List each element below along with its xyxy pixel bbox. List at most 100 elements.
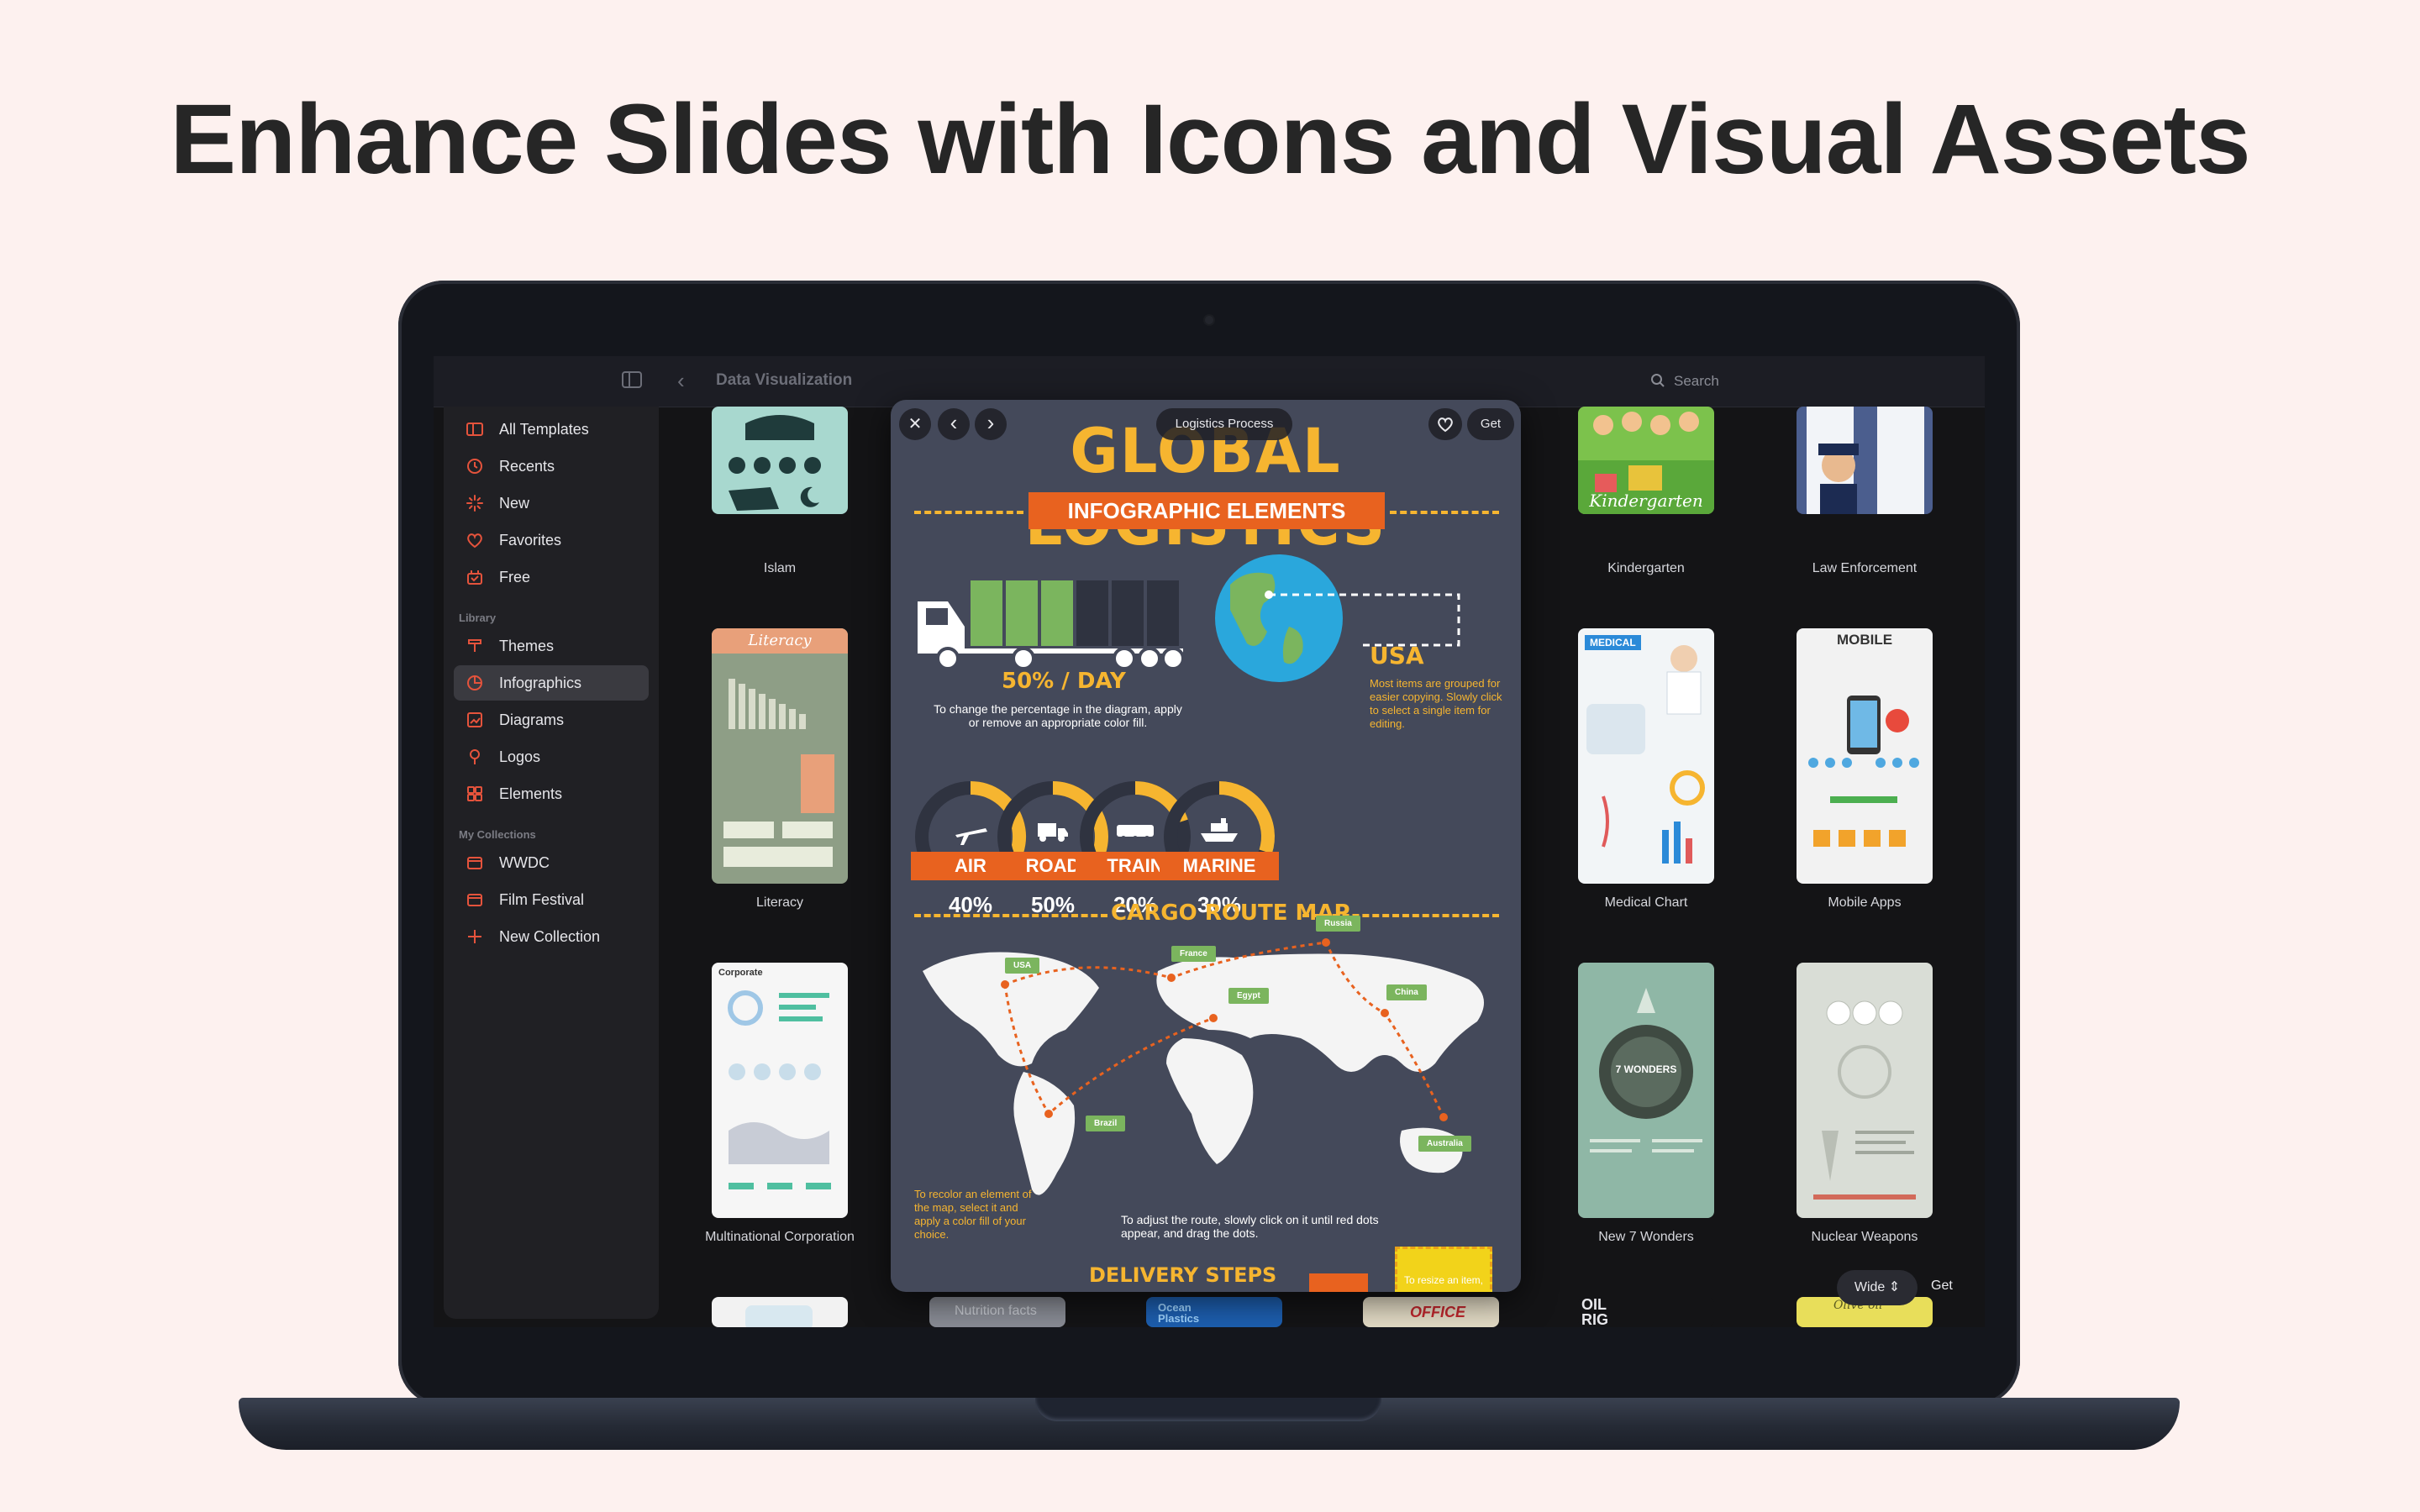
sidebar-item-label: Recents bbox=[499, 458, 555, 475]
wide-size-selector[interactable]: Wide ⇕ bbox=[1837, 1270, 1918, 1305]
sidebar-item-themes[interactable]: Themes bbox=[454, 628, 649, 664]
delivery-title: DELIVERY STEPS bbox=[1089, 1263, 1277, 1287]
preview-get-button[interactable]: Get bbox=[1467, 408, 1514, 440]
template-label: Kindergarten bbox=[1607, 561, 1685, 575]
nuclear-artwork bbox=[1813, 1000, 1916, 1200]
resize-note: To resize an item, bbox=[1395, 1247, 1492, 1292]
sidebar-item-all-templates[interactable]: All Templates bbox=[454, 412, 649, 447]
globe-label: USA bbox=[1370, 642, 1424, 669]
template-thumb-islam[interactable] bbox=[712, 407, 848, 514]
map-note-left: To recolor an element of the map, select… bbox=[914, 1188, 1032, 1241]
back-chevron-icon[interactable]: ‹ bbox=[677, 368, 685, 394]
sparkle-icon bbox=[466, 495, 483, 512]
preview-title: Logistics Process bbox=[1156, 408, 1292, 440]
thumb-title: MEDICAL bbox=[1585, 635, 1641, 650]
thumb-title: 7 WONDERS bbox=[1615, 1063, 1677, 1075]
map-flag: USA bbox=[1005, 958, 1040, 974]
template-thumb-peek[interactable] bbox=[712, 1297, 848, 1327]
previous-chevron-icon[interactable]: ‹ bbox=[938, 408, 970, 440]
diagram-icon bbox=[467, 712, 482, 727]
template-label: New 7 Wonders bbox=[1598, 1230, 1694, 1244]
sidebar: All Templates Recents New Favorites Free… bbox=[444, 407, 659, 1319]
template-thumb-law-enforcement[interactable] bbox=[1797, 407, 1933, 514]
template-label: Islam bbox=[763, 561, 797, 575]
literacy-artwork bbox=[723, 679, 834, 867]
sidebar-item-diagrams[interactable]: Diagrams bbox=[454, 702, 649, 738]
map-flag: Brazil bbox=[1086, 1116, 1126, 1131]
wide-label: Wide bbox=[1854, 1280, 1886, 1294]
template-thumb-mobile-apps[interactable]: MOBILE bbox=[1797, 628, 1933, 884]
map-flag: Egypt bbox=[1228, 988, 1269, 1004]
sidebar-item-label: Logos bbox=[499, 748, 541, 765]
template-label: Multinational Corporation bbox=[705, 1230, 855, 1244]
sidebar-item-logos[interactable]: Logos bbox=[454, 739, 649, 774]
folder-icon bbox=[467, 857, 482, 869]
all-templates-icon bbox=[466, 423, 483, 436]
sidebar-item-label: Themes bbox=[499, 638, 555, 654]
thumb-title: OIL RIG bbox=[1581, 1297, 1609, 1327]
thumb-title: Kindergarten bbox=[1589, 491, 1703, 511]
template-thumb-new-7-wonders[interactable]: 7 WONDERS bbox=[1578, 963, 1714, 1218]
breadcrumb: Data Visualization bbox=[716, 371, 853, 389]
template-label: Literacy bbox=[755, 895, 804, 910]
sidebar-item-label: New bbox=[499, 495, 530, 512]
sidebar-item-new[interactable]: New bbox=[454, 486, 649, 521]
template-label: Law Enforcement bbox=[1812, 561, 1918, 575]
plane-icon bbox=[955, 828, 987, 845]
next-chevron-icon[interactable]: › bbox=[975, 408, 1007, 440]
infographic-ribbon: INFOGRAPHIC ELEMENTS bbox=[1028, 492, 1385, 529]
template-thumb-nutrition[interactable]: Nutrition facts bbox=[929, 1297, 1065, 1327]
sidebar-item-wwdc[interactable]: WWDC bbox=[454, 845, 649, 880]
truck-note: To change the percentage in the diagram,… bbox=[934, 702, 1182, 729]
map-flag: Russia bbox=[1316, 916, 1360, 932]
map-title: CARGO ROUTE MAP bbox=[1111, 900, 1350, 926]
sidebar-item-recents[interactable]: Recents bbox=[454, 449, 649, 484]
sidebar-item-favorites[interactable]: Favorites bbox=[454, 522, 649, 558]
sidebar-item-infographics[interactable]: Infographics bbox=[454, 665, 649, 701]
template-thumb-kindergarten[interactable]: Kindergarten bbox=[1578, 407, 1714, 514]
divider-dash bbox=[914, 914, 1107, 917]
template-thumb-nuclear-weapons[interactable] bbox=[1797, 963, 1933, 1218]
corporate-artwork bbox=[728, 990, 831, 1189]
template-thumb-literacy[interactable]: Literacy bbox=[712, 628, 848, 884]
train-icon bbox=[1117, 825, 1154, 841]
sidebar-item-film-festival[interactable]: Film Festival bbox=[454, 882, 649, 917]
sidebar-item-label: New Collection bbox=[499, 928, 601, 945]
sidebar-item-free[interactable]: Free bbox=[454, 559, 649, 595]
template-thumb-ocean-plastics[interactable]: Ocean Plastics bbox=[1146, 1297, 1282, 1327]
plus-icon bbox=[468, 930, 481, 943]
template-thumb-office[interactable]: OFFICE bbox=[1363, 1297, 1499, 1327]
template-thumb-multinational-corporation[interactable]: Corporate bbox=[712, 963, 848, 1218]
sidebar-item-new-collection[interactable]: New Collection bbox=[454, 919, 649, 954]
template-label: Nuclear Weapons bbox=[1811, 1230, 1918, 1244]
thumb-title: MOBILE bbox=[1836, 632, 1893, 648]
islam-artwork bbox=[729, 415, 821, 511]
thumb-title: Nutrition facts bbox=[955, 1304, 1037, 1318]
template-thumb-medical-chart[interactable]: MEDICAL bbox=[1578, 628, 1714, 884]
search-label: Search bbox=[1674, 373, 1719, 389]
template-thumb-oil-rig[interactable]: OIL RIG bbox=[1578, 1297, 1714, 1327]
search-icon bbox=[1651, 374, 1665, 387]
clock-icon bbox=[467, 459, 482, 474]
app-window: ‹ Data Visualization Search All Template… bbox=[434, 356, 1985, 1327]
thumb-title: Corporate bbox=[718, 968, 763, 978]
folder-icon bbox=[467, 894, 482, 906]
search-field[interactable]: Search bbox=[1650, 370, 1818, 393]
sidebar-item-label: Diagrams bbox=[499, 711, 565, 728]
truck-caption: 50% / DAY bbox=[1002, 669, 1126, 694]
thumb-title: OFFICE bbox=[1410, 1304, 1465, 1320]
mobile-artwork bbox=[1808, 696, 1919, 847]
truck-icon bbox=[918, 579, 1185, 669]
camera-icon bbox=[1205, 316, 1213, 324]
close-icon[interactable]: ✕ bbox=[899, 408, 931, 440]
sidebar-toggle-icon[interactable] bbox=[622, 371, 642, 388]
heart-icon bbox=[1438, 417, 1453, 433]
brush-icon bbox=[468, 639, 481, 652]
sidebar-item-elements[interactable]: Elements bbox=[454, 776, 649, 811]
pie-icon bbox=[467, 675, 482, 690]
thumb-title: Literacy bbox=[712, 628, 848, 654]
get-button[interactable]: Get bbox=[1931, 1278, 1953, 1294]
hero-title: Enhance Slides with Icons and Visual Ass… bbox=[170, 84, 2250, 195]
wonders-artwork bbox=[1590, 988, 1702, 1152]
favorite-button[interactable] bbox=[1428, 408, 1462, 440]
